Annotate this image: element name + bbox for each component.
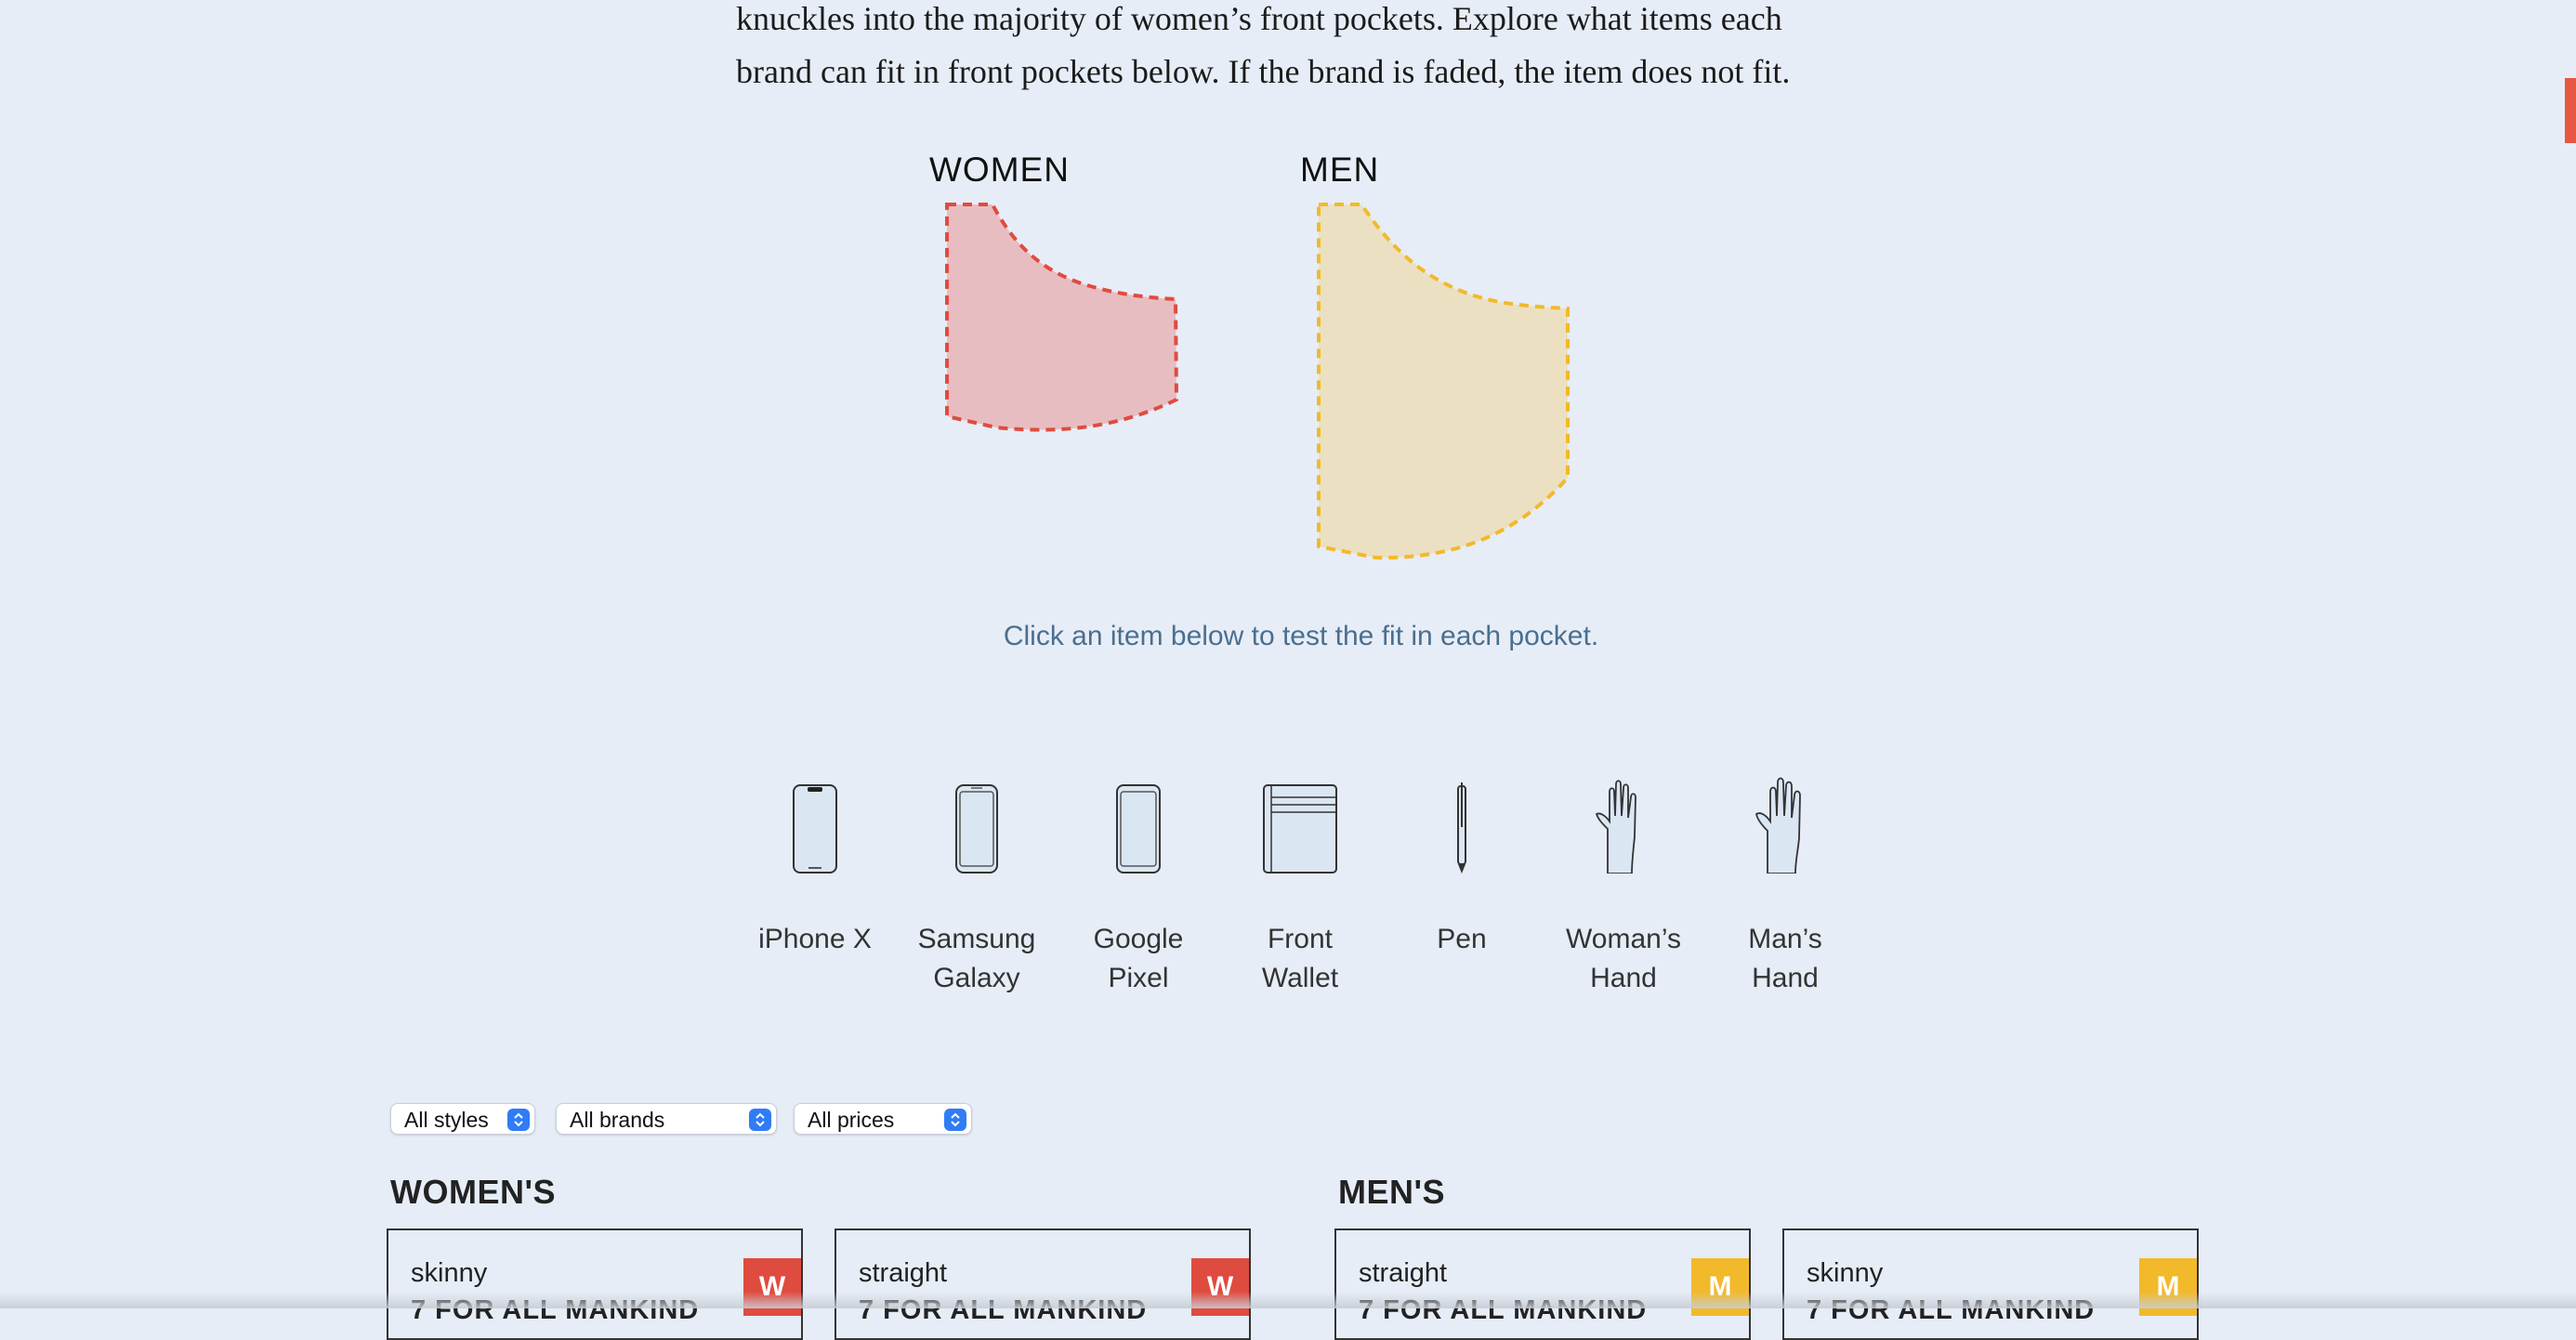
samsung-galaxy-icon: [955, 784, 998, 874]
item-label: Pixel: [1108, 963, 1169, 993]
select-arrows-icon: [507, 1109, 530, 1131]
card-style: straight: [1359, 1258, 1448, 1288]
jean-card[interactable]: skinny 7 FOR ALL MANKIND M: [1782, 1228, 2199, 1340]
item-label: Galaxy: [933, 963, 1020, 993]
google-pixel-icon: [1116, 784, 1161, 874]
item-label: iPhone X: [758, 924, 872, 954]
prices-select-value: All prices: [808, 1108, 895, 1132]
item-label: Pen: [1437, 924, 1487, 954]
bottom-shadow: [0, 1292, 2576, 1308]
item-pen[interactable]: Pen: [1381, 771, 1543, 959]
item-front-wallet[interactable]: Front Wallet: [1219, 771, 1381, 998]
intro-line: brand can fit in front pockets below. If…: [736, 53, 1791, 90]
jean-card[interactable]: skinny 7 FOR ALL MANKIND W: [387, 1228, 803, 1340]
jean-card[interactable]: straight 7 FOR ALL MANKIND W: [835, 1228, 1251, 1340]
front-wallet-icon: [1263, 784, 1337, 874]
item-womans-hand[interactable]: Woman’s Hand: [1543, 771, 1704, 998]
item-label: Front: [1267, 924, 1334, 954]
item-label: Hand: [1752, 963, 1819, 993]
intro-paragraph: knuckles into the majority of women’s fr…: [736, 0, 1888, 99]
side-tab[interactable]: [2565, 78, 2576, 143]
styles-select[interactable]: All styles: [390, 1103, 535, 1135]
mans-hand-icon: [1755, 777, 1801, 874]
item-samsung-galaxy[interactable]: Samsung Galaxy: [896, 771, 1058, 998]
item-label: Man’s: [1748, 924, 1822, 954]
item-label: Woman’s: [1566, 924, 1681, 954]
item-label: Hand: [1590, 963, 1657, 993]
mens-section-title: MEN'S: [1338, 1173, 1446, 1211]
intro-line: knuckles into the majority of women’s fr…: [736, 0, 1782, 37]
item-google-pixel[interactable]: Google Pixel: [1058, 771, 1219, 998]
item-iphone-x[interactable]: iPhone X: [734, 771, 896, 959]
item-mans-hand[interactable]: Man’s Hand: [1704, 771, 1866, 998]
iphone-x-icon: [793, 784, 837, 874]
card-style: skinny: [411, 1258, 488, 1288]
womens-section-title: WOMEN'S: [390, 1173, 557, 1211]
men-pocket-label: MEN: [1300, 151, 1380, 189]
item-label: Google: [1093, 924, 1184, 954]
item-label: Samsung: [917, 924, 1036, 954]
select-arrows-icon: [944, 1109, 966, 1131]
prices-select[interactable]: All prices: [794, 1103, 972, 1135]
card-style: skinny: [1807, 1258, 1884, 1288]
men-pocket-shape: [1317, 203, 1570, 560]
womans-hand-icon: [1595, 780, 1636, 874]
select-arrows-icon: [749, 1109, 771, 1131]
pen-icon: [1457, 782, 1466, 874]
styles-select-value: All styles: [404, 1108, 489, 1132]
women-pocket-shape: [945, 203, 1179, 432]
brands-select-value: All brands: [570, 1108, 665, 1132]
item-label: Wallet: [1261, 963, 1339, 993]
women-pocket-label: WOMEN: [929, 151, 1070, 189]
jean-card[interactable]: straight 7 FOR ALL MANKIND M: [1334, 1228, 1751, 1340]
brands-select[interactable]: All brands: [556, 1103, 777, 1135]
card-style: straight: [859, 1258, 948, 1288]
instruction-text: Click an item below to test the fit in e…: [1003, 621, 1599, 651]
